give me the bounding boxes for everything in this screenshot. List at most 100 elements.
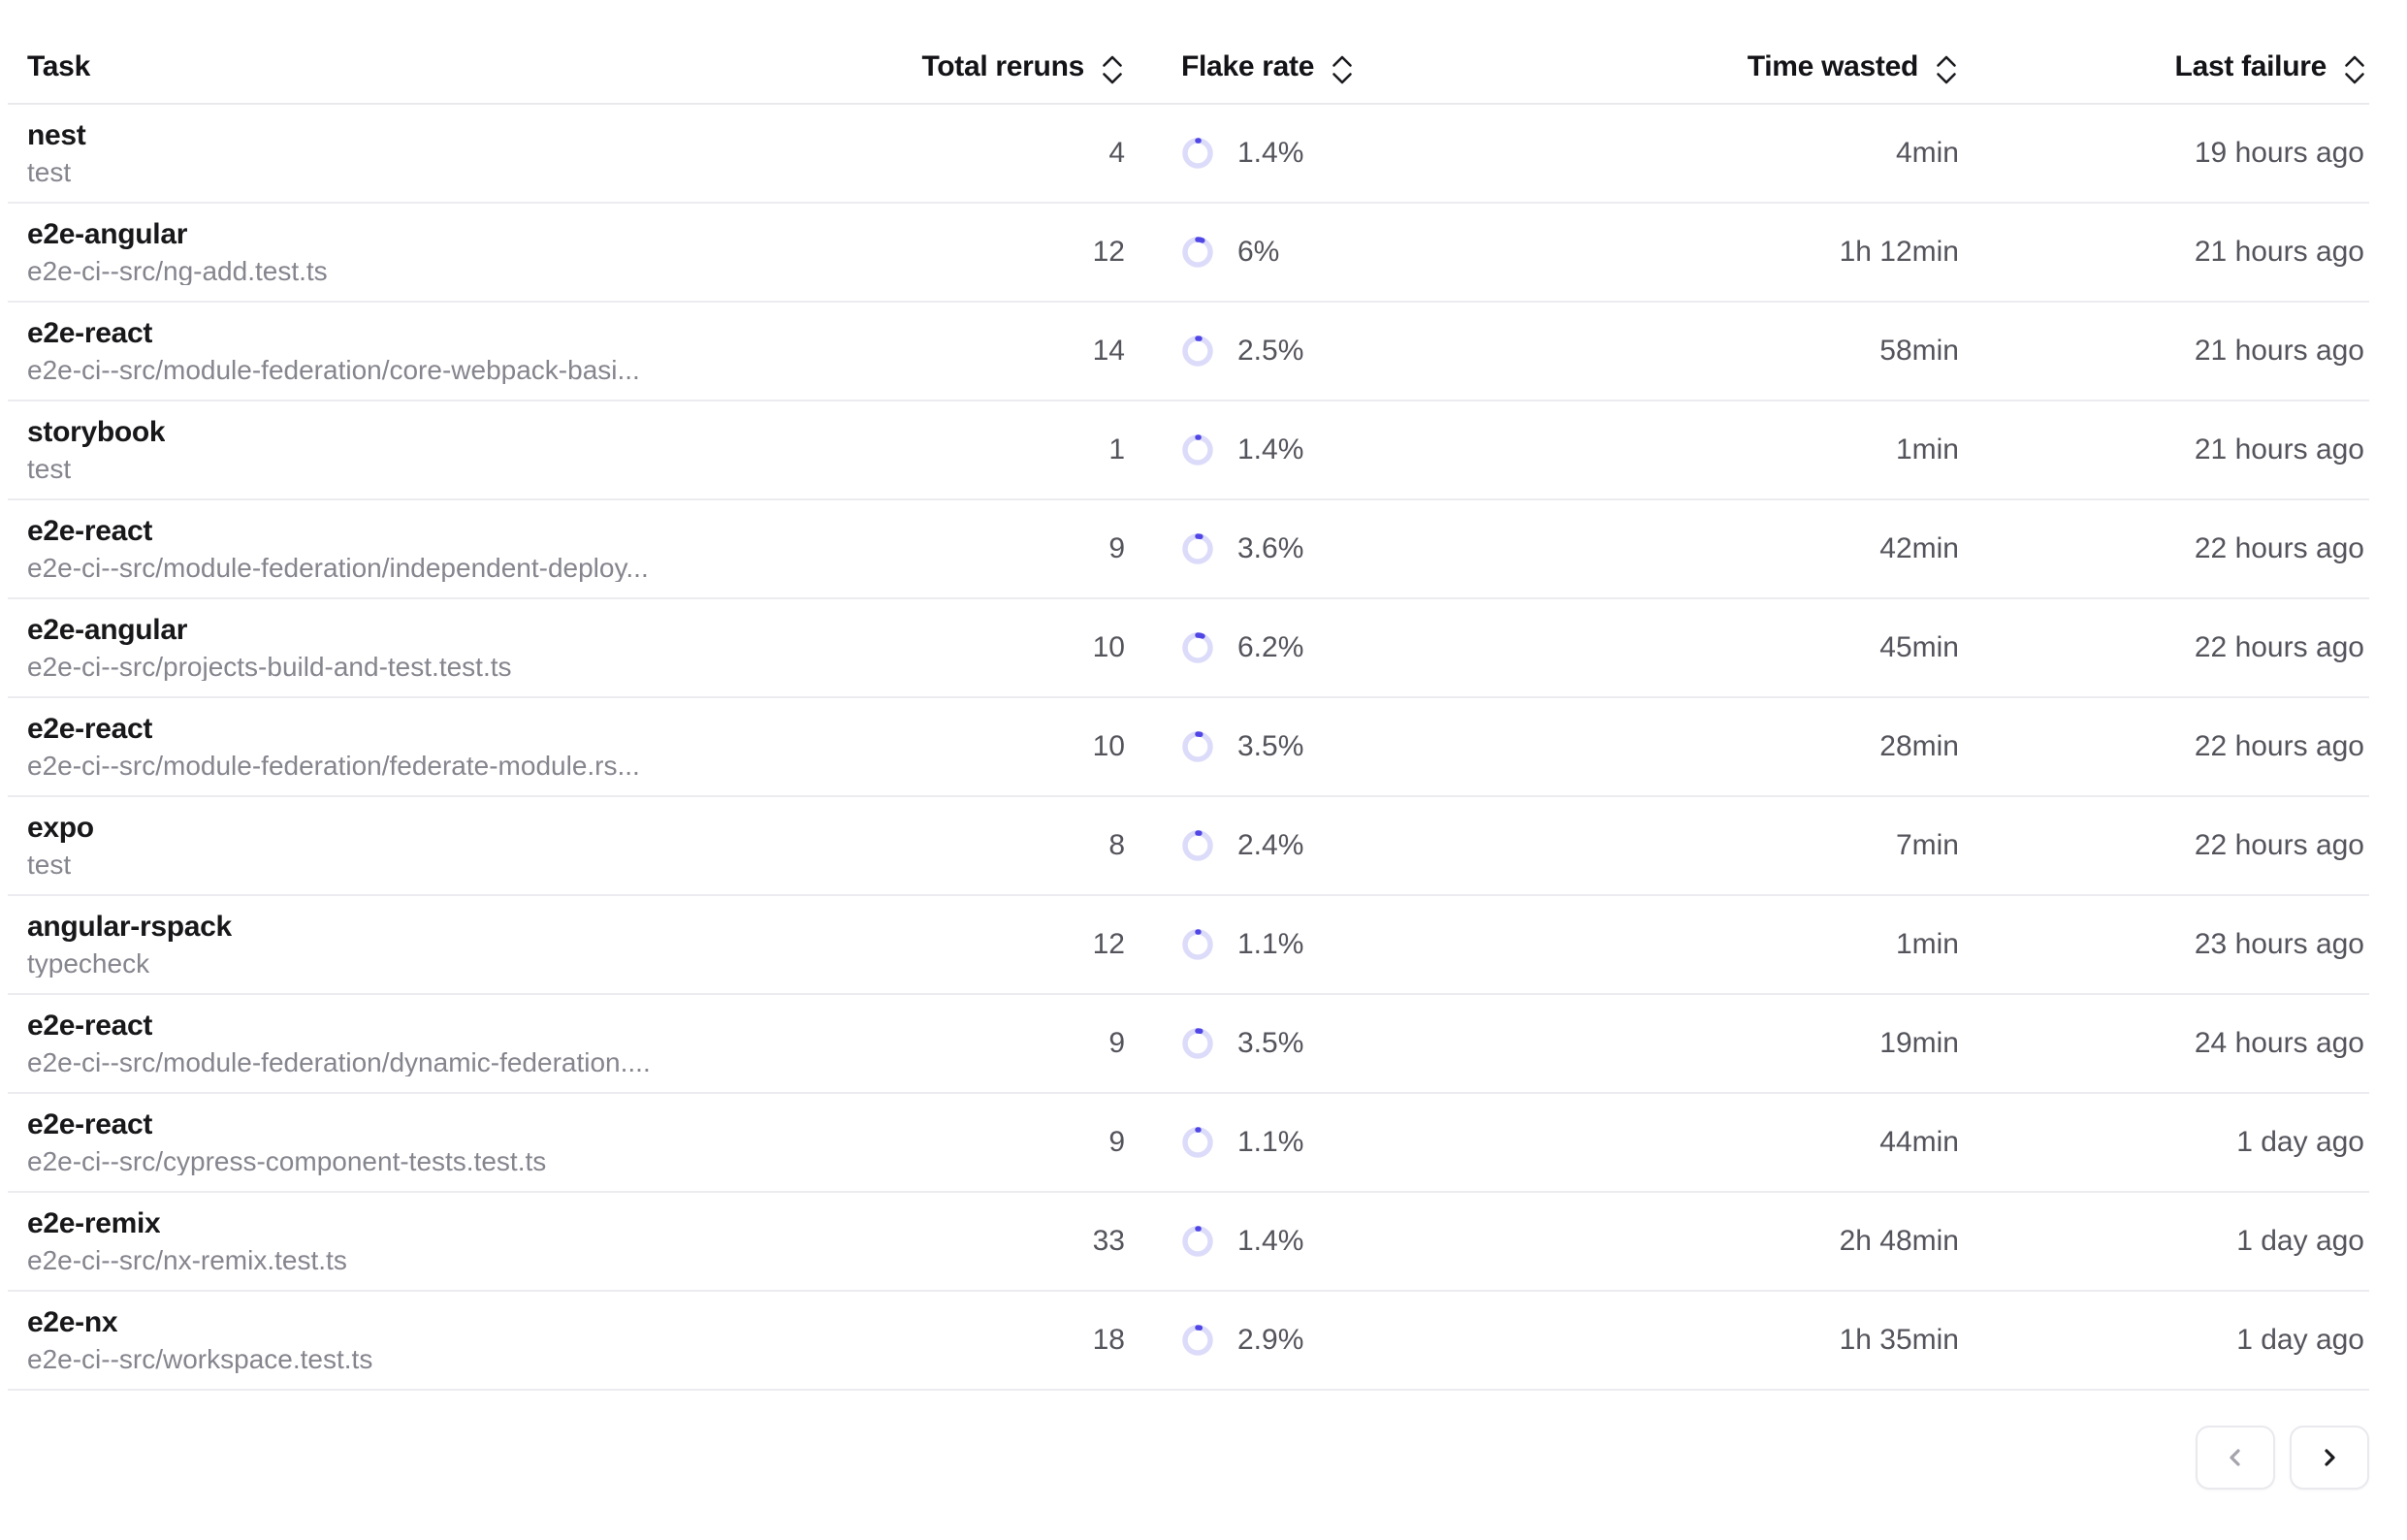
last-failure-value: 1 day ago (2236, 1324, 2364, 1357)
task-name: storybook (27, 418, 165, 447)
column-header-last-failure[interactable]: Last failure (1959, 0, 2369, 103)
table-row[interactable]: e2e-react e2e-ci--src/module-federation/… (8, 303, 2369, 401)
table-body: nest test 4 1.4% 4min 19 hours ago e2 (8, 105, 2369, 1391)
time-wasted-cell: 7min (1649, 797, 1959, 894)
total-reruns-value: 10 (1093, 631, 1125, 664)
flake-donut-icon (1181, 335, 1214, 368)
column-label: Flake rate (1181, 50, 1314, 83)
table-row[interactable]: expo test 8 2.4% 7min 22 hours ago (8, 797, 2369, 896)
total-reruns-cell: 33 (912, 1193, 1125, 1290)
time-wasted-cell: 19min (1649, 995, 1959, 1092)
task-name: e2e-angular (27, 220, 187, 249)
flake-rate-cell: 6.2% (1125, 599, 1649, 696)
last-failure-value: 1 day ago (2236, 1225, 2364, 1258)
task-cell: e2e-react e2e-ci--src/module-federation/… (8, 303, 912, 400)
flake-rate-cell: 2.4% (1125, 797, 1649, 894)
task-cell: expo test (8, 797, 912, 894)
task-name: e2e-react (27, 1110, 152, 1139)
task-target: e2e-ci--src/module-federation/dynamic-fe… (27, 1049, 651, 1076)
time-wasted-value: 19min (1879, 1027, 1959, 1060)
total-reruns-cell: 1 (912, 401, 1125, 498)
task-target: test (27, 159, 71, 186)
table-row[interactable]: e2e-react e2e-ci--src/cypress-component-… (8, 1094, 2369, 1193)
total-reruns-value: 10 (1093, 730, 1125, 763)
flake-rate-cell: 6% (1125, 204, 1649, 301)
table-row[interactable]: nest test 4 1.4% 4min 19 hours ago (8, 105, 2369, 204)
column-header-flake-rate[interactable]: Flake rate (1125, 0, 1649, 103)
time-wasted-cell: 1h 35min (1649, 1292, 1959, 1389)
last-failure-value: 21 hours ago (2195, 335, 2364, 368)
total-reruns-cell: 18 (912, 1292, 1125, 1389)
time-wasted-cell: 1min (1649, 401, 1959, 498)
last-failure-value: 23 hours ago (2195, 928, 2364, 961)
table-row[interactable]: e2e-remix e2e-ci--src/nx-remix.test.ts 3… (8, 1193, 2369, 1292)
total-reruns-value: 9 (1108, 1126, 1125, 1159)
column-header-total-reruns[interactable]: Total reruns (912, 0, 1125, 103)
last-failure-cell: 1 day ago (1959, 1094, 2369, 1191)
flake-donut-icon (1181, 1324, 1214, 1357)
time-wasted-cell: 42min (1649, 500, 1959, 597)
total-reruns-value: 8 (1108, 829, 1125, 862)
flake-rate-cell: 1.4% (1125, 401, 1649, 498)
task-target: typecheck (27, 950, 149, 978)
flake-donut-icon (1181, 631, 1214, 664)
task-target: e2e-ci--src/ng-add.test.ts (27, 258, 328, 285)
total-reruns-value: 12 (1093, 236, 1125, 269)
time-wasted-value: 58min (1879, 335, 1959, 368)
total-reruns-value: 18 (1093, 1324, 1125, 1357)
time-wasted-cell: 28min (1649, 698, 1959, 795)
last-failure-value: 22 hours ago (2195, 829, 2364, 862)
flake-rate-cell: 1.1% (1125, 896, 1649, 993)
last-failure-cell: 21 hours ago (1959, 401, 2369, 498)
table-row[interactable]: e2e-angular e2e-ci--src/projects-build-a… (8, 599, 2369, 698)
task-target: e2e-ci--src/projects-build-and-test.test… (27, 654, 512, 681)
task-name: e2e-react (27, 715, 152, 744)
time-wasted-value: 45min (1879, 631, 1959, 664)
flake-rate-value: 3.5% (1237, 1027, 1303, 1060)
flake-rate-cell: 3.5% (1125, 698, 1649, 795)
last-failure-value: 21 hours ago (2195, 433, 2364, 466)
flake-rate-cell: 1.1% (1125, 1094, 1649, 1191)
table-row[interactable]: e2e-react e2e-ci--src/module-federation/… (8, 698, 2369, 797)
table-row[interactable]: e2e-angular e2e-ci--src/ng-add.test.ts 1… (8, 204, 2369, 303)
last-failure-cell: 1 day ago (1959, 1193, 2369, 1290)
prev-page-button[interactable] (2196, 1426, 2275, 1490)
column-label: Time wasted (1748, 50, 1918, 83)
table-row[interactable]: e2e-nx e2e-ci--src/workspace.test.ts 18 … (8, 1292, 2369, 1391)
task-cell: e2e-angular e2e-ci--src/ng-add.test.ts (8, 204, 912, 301)
column-label: Task (27, 50, 90, 83)
total-reruns-cell: 8 (912, 797, 1125, 894)
column-label: Total reruns (921, 50, 1084, 83)
task-cell: e2e-nx e2e-ci--src/workspace.test.ts (8, 1292, 912, 1389)
last-failure-cell: 21 hours ago (1959, 303, 2369, 400)
time-wasted-cell: 44min (1649, 1094, 1959, 1191)
task-cell: nest test (8, 105, 912, 202)
time-wasted-cell: 4min (1649, 105, 1959, 202)
last-failure-cell: 23 hours ago (1959, 896, 2369, 993)
chevrons-up-down-icon (2342, 52, 2367, 87)
flake-rate-value: 1.4% (1237, 137, 1303, 170)
time-wasted-value: 44min (1879, 1126, 1959, 1159)
last-failure-value: 24 hours ago (2195, 1027, 2364, 1060)
table-row[interactable]: angular-rspack typecheck 12 1.1% 1min 23… (8, 896, 2369, 995)
table-row[interactable]: storybook test 1 1.4% 1min 21 hours ago (8, 401, 2369, 500)
flake-donut-icon (1181, 236, 1214, 269)
total-reruns-value: 33 (1093, 1225, 1125, 1258)
task-target: e2e-ci--src/module-federation/core-webpa… (27, 357, 640, 384)
table-row[interactable]: e2e-react e2e-ci--src/module-federation/… (8, 500, 2369, 599)
flake-donut-icon (1181, 137, 1214, 170)
flake-rate-cell: 3.5% (1125, 995, 1649, 1092)
task-cell: e2e-react e2e-ci--src/module-federation/… (8, 698, 912, 795)
total-reruns-value: 14 (1093, 335, 1125, 368)
time-wasted-value: 2h 48min (1840, 1225, 1959, 1258)
flake-rate-value: 6% (1237, 236, 1279, 269)
column-header-time-wasted[interactable]: Time wasted (1649, 0, 1959, 103)
time-wasted-value: 1min (1896, 433, 1959, 466)
time-wasted-value: 1h 12min (1840, 236, 1959, 269)
flake-donut-icon (1181, 1225, 1214, 1258)
table-row[interactable]: e2e-react e2e-ci--src/module-federation/… (8, 995, 2369, 1094)
task-cell: e2e-react e2e-ci--src/module-federation/… (8, 995, 912, 1092)
task-name: e2e-angular (27, 616, 187, 645)
flake-rate-value: 1.1% (1237, 1126, 1303, 1159)
next-page-button[interactable] (2290, 1426, 2369, 1490)
